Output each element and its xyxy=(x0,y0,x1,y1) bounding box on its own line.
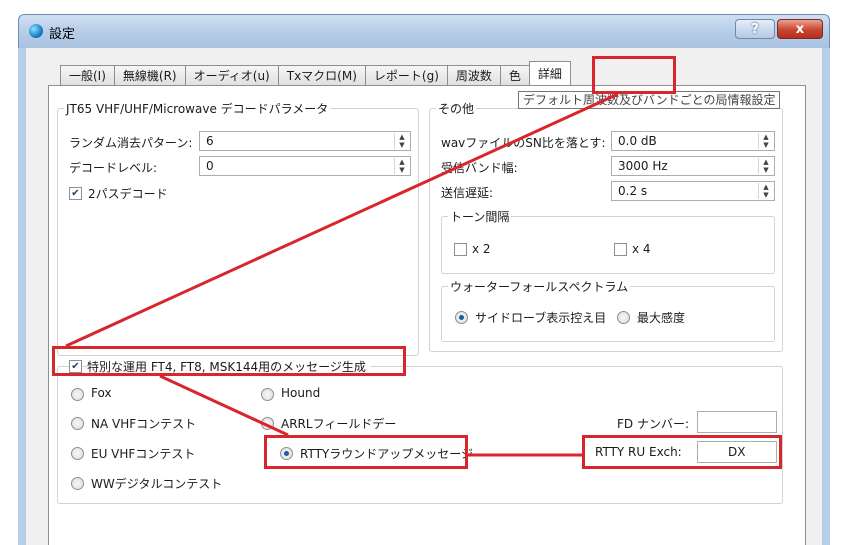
annotation-line-checkbox-to-rtty xyxy=(159,374,289,437)
annotation-line-tab-to-checkbox xyxy=(65,92,619,348)
annotation-lines xyxy=(65,92,619,457)
